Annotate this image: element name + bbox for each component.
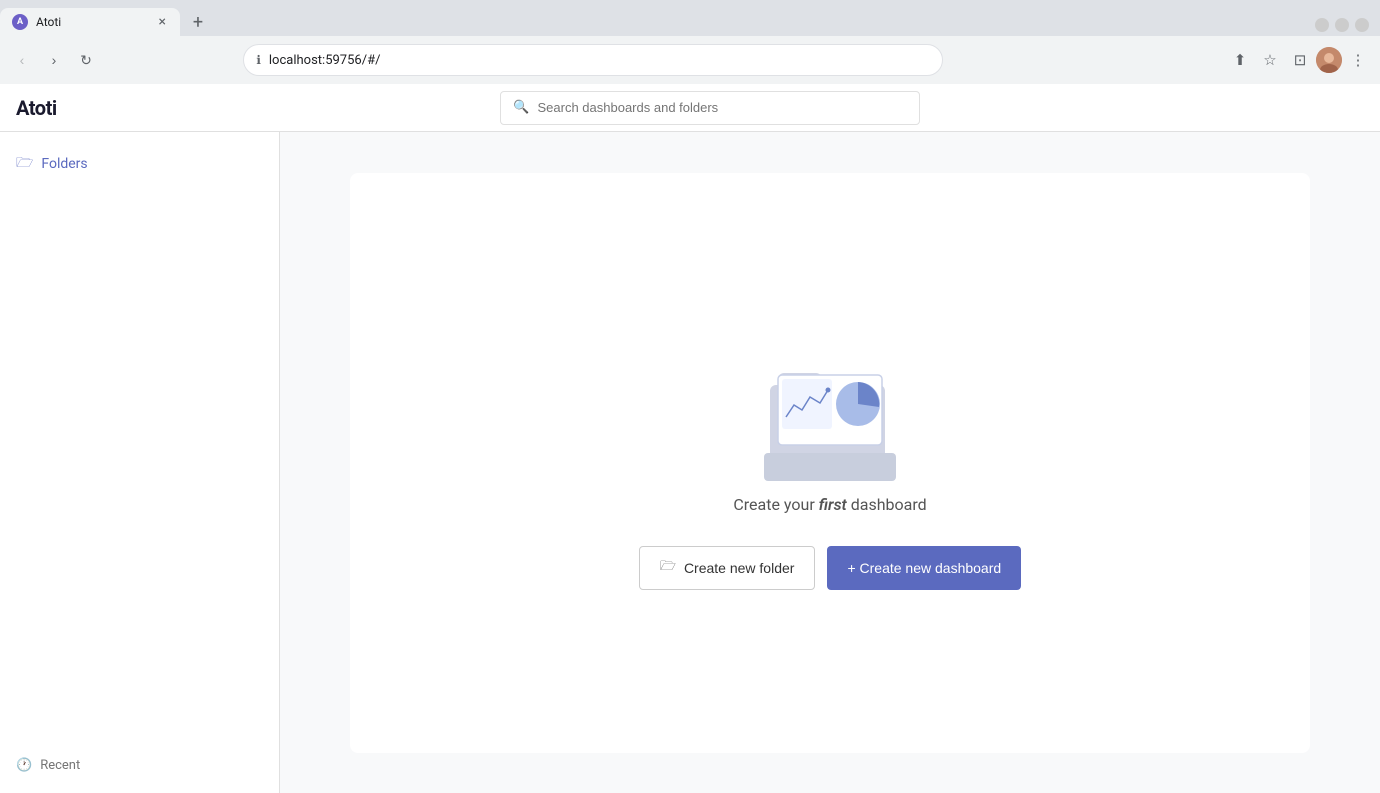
create-dashboard-button[interactable]: + Create new dashboard (827, 546, 1021, 590)
title-highlight: first (819, 495, 847, 514)
action-buttons: 🗁 Create new folder + Create new dashboa… (639, 546, 1021, 590)
toolbar-actions: ⬆ ☆ ⊡ ⋮ (1226, 46, 1372, 74)
maximize-button[interactable] (1335, 18, 1349, 32)
empty-state-title: Create your first dashboard (733, 495, 926, 514)
create-folder-button[interactable]: 🗁 Create new folder (639, 546, 816, 590)
bookmark-button[interactable]: ☆ (1256, 46, 1284, 74)
search-bar[interactable]: 🔍 (500, 91, 920, 125)
new-tab-button[interactable]: + (184, 8, 212, 36)
tab-title: Atoti (36, 15, 149, 29)
refresh-button[interactable]: ↻ (72, 46, 100, 74)
back-button[interactable]: ‹ (8, 46, 36, 74)
sidebar: 🗁 Folders 🕐 Recent (0, 132, 280, 793)
sidebar-item-recent[interactable]: 🕐 Recent (16, 758, 263, 773)
create-dashboard-label: + Create new dashboard (847, 560, 1001, 576)
main-content: Create your first dashboard 🗁 Create new… (280, 132, 1380, 793)
address-text: localhost:59756/#/ (269, 53, 930, 68)
search-bar-container: 🔍 (57, 91, 1364, 125)
app-container: Atoti 🔍 🗁 Folders 🕐 Recent (0, 84, 1380, 793)
search-icon: 🔍 (513, 100, 529, 115)
close-window-button[interactable] (1355, 18, 1369, 32)
browser-toolbar: ‹ › ↻ ℹ localhost:59756/#/ ⬆ ☆ ⊡ ⋮ (0, 36, 1380, 84)
sidebar-recent-label: Recent (40, 758, 80, 773)
empty-state: Create your first dashboard 🗁 Create new… (350, 173, 1310, 753)
browser-chrome: A Atoti × + ‹ › ↻ ℹ localhost:59756/#/ ⬆… (0, 0, 1380, 84)
recent-icon: 🕐 (16, 758, 32, 773)
search-input[interactable] (538, 100, 908, 115)
folder-icon: 🗁 (16, 152, 33, 176)
tab-bar: A Atoti × + (0, 0, 1380, 36)
illustration-svg (750, 335, 910, 495)
create-folder-icon: 🗁 (660, 557, 676, 579)
tab-favicon: A (12, 14, 28, 30)
dashboard-illustration (750, 335, 910, 495)
create-folder-label: Create new folder (684, 560, 795, 576)
minimize-button[interactable] (1315, 18, 1329, 32)
address-security-icon: ℹ (256, 53, 261, 67)
active-tab[interactable]: A Atoti × (0, 8, 180, 36)
window-controls (1312, 18, 1380, 36)
app-header: Atoti 🔍 (0, 84, 1380, 132)
sidebar-folders-label: Folders (41, 156, 87, 172)
profile-avatar[interactable] (1316, 47, 1342, 73)
tab-strip-button[interactable]: ⊡ (1286, 46, 1314, 74)
share-button[interactable]: ⬆ (1226, 46, 1254, 74)
app-logo: Atoti (16, 96, 57, 120)
sidebar-item-folders[interactable]: 🗁 Folders (0, 144, 279, 184)
sidebar-spacer (0, 184, 279, 750)
menu-button[interactable]: ⋮ (1344, 46, 1372, 74)
tab-close-button[interactable]: × (157, 13, 168, 31)
address-bar[interactable]: ℹ localhost:59756/#/ (243, 44, 943, 76)
sidebar-bottom: 🕐 Recent (0, 750, 279, 781)
app-body: 🗁 Folders 🕐 Recent (0, 132, 1380, 793)
forward-button[interactable]: › (40, 46, 68, 74)
